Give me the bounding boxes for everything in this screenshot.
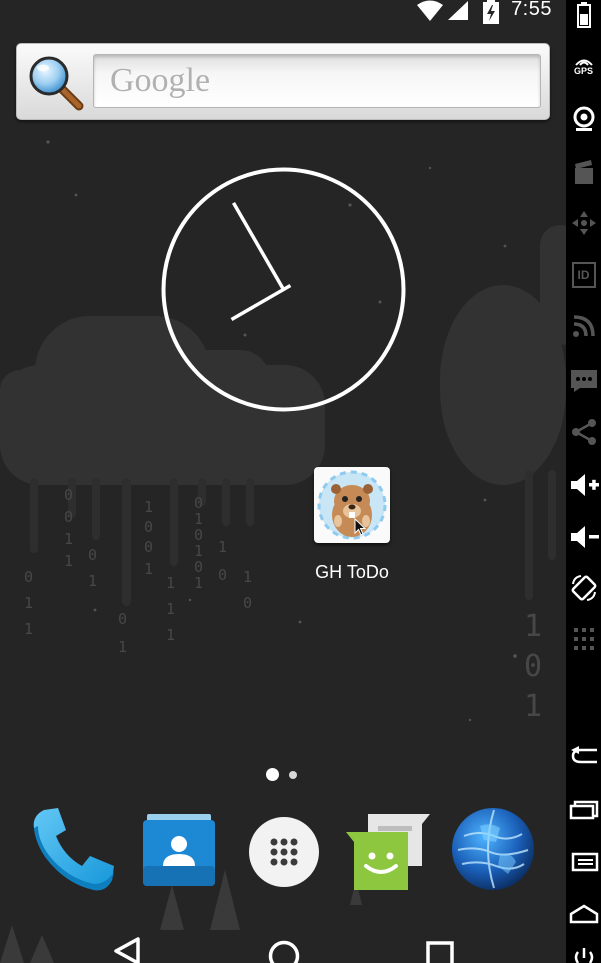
window-tool-button[interactable] (566, 800, 601, 820)
google-search-widget[interactable]: Google (16, 43, 550, 120)
window-icon (569, 800, 598, 820)
media-icon (574, 160, 593, 184)
gps-icon (574, 59, 593, 66)
emulator-side-toolbar: GPS ID (566, 0, 601, 963)
phone-icon (33, 808, 114, 891)
wallpaper-digit: 1 (118, 638, 127, 656)
power-icon (574, 948, 593, 963)
share-icon (571, 419, 596, 445)
app-label[interactable]: GH ToDo (296, 562, 408, 583)
volume-up-tool-button[interactable] (566, 472, 601, 498)
wallpaper-digit: 1 (524, 609, 542, 644)
sms-tool-button[interactable] (566, 368, 601, 392)
wallpaper-digit: 1 (166, 600, 175, 618)
wallpaper-digit: 1 (64, 552, 73, 570)
wallpaper-digit: 0 (88, 546, 97, 564)
id-label: ID (577, 268, 590, 282)
share-tool-button[interactable] (566, 418, 601, 446)
wallpaper-digit: 1 (243, 568, 252, 586)
messaging-icon (346, 814, 430, 890)
battery-charging-icon (483, 0, 499, 24)
contacts-icon (143, 814, 215, 886)
wallpaper-digit: 1 (524, 689, 542, 724)
gps-tool-button[interactable]: GPS (566, 56, 601, 76)
globe-icon (452, 808, 534, 890)
wallpaper-digit: 1 (64, 530, 73, 548)
wallpaper-digit: 0 (218, 566, 227, 584)
menu-icon (571, 852, 598, 872)
wallpaper-digit: 1 (24, 620, 33, 638)
back-icon (570, 746, 597, 764)
wallpaper-digit: 0 (24, 568, 33, 586)
volume-up-icon (570, 474, 599, 496)
rss-tool-button[interactable] (566, 314, 601, 338)
wallpaper-digit: 0 (524, 649, 542, 684)
gps-label: GPS (573, 66, 593, 76)
dock-messaging[interactable] (344, 810, 432, 896)
battery-tool-button[interactable] (566, 2, 601, 28)
wallpaper-digit: 1 (144, 498, 153, 516)
signal-icon (448, 1, 468, 20)
home-icon[interactable] (267, 939, 301, 963)
volume-down-icon (570, 526, 599, 548)
id-icon: ID (571, 262, 596, 288)
home-tool-button[interactable] (566, 904, 601, 924)
status-bar: 7:55 (0, 0, 566, 24)
page-dot (289, 771, 297, 779)
dpad-icon (571, 211, 596, 235)
recents-icon[interactable] (425, 940, 455, 963)
dock-browser[interactable] (450, 806, 536, 896)
back-tool-button[interactable] (566, 746, 601, 766)
sms-icon (570, 370, 597, 392)
dock-all-apps[interactable] (248, 816, 320, 892)
status-time: 7:55 (511, 0, 552, 20)
navigation-bar (0, 923, 566, 963)
wallpaper-digit: 1 (194, 574, 203, 592)
rss-icon (572, 315, 595, 337)
android-home-screen: 0 0 1 1 0 1 1 0 0 1 1 1 1 0 1 0 1 0 1 1 … (0, 0, 566, 963)
id-tool-button[interactable]: ID (566, 262, 601, 288)
analog-clock-widget[interactable] (160, 166, 407, 413)
wallpaper-digit: 0 (243, 594, 252, 612)
wallpaper-digit: 1 (166, 626, 175, 644)
back-icon[interactable] (112, 937, 142, 963)
clock-hour-hand (230, 283, 292, 322)
dock-contacts[interactable] (143, 814, 215, 892)
search-input[interactable]: Google (93, 54, 541, 108)
wallpaper-digit: 1 (88, 572, 97, 590)
wallpaper-digit: 1 (218, 538, 227, 556)
rotate-tool-button[interactable] (566, 574, 601, 602)
keypad-icon (573, 628, 594, 650)
home-icon (569, 904, 598, 924)
menu-tool-button[interactable] (566, 852, 601, 872)
rotate-icon (571, 575, 596, 601)
battery-icon (576, 2, 591, 28)
dpad-tool-button[interactable] (566, 210, 601, 236)
media-tool-button[interactable] (566, 160, 601, 186)
keypad-tool-button[interactable] (566, 626, 601, 652)
wallpaper-digit: 1 (24, 594, 33, 612)
power-tool-button[interactable] (566, 944, 601, 963)
clock-minute-hand (231, 202, 286, 291)
dock-phone[interactable] (28, 806, 120, 898)
camera-icon (573, 106, 594, 131)
camera-tool-button[interactable] (566, 106, 601, 132)
wallpaper-digit: 1 (166, 574, 175, 592)
wallpaper-digit: 0 (64, 508, 73, 526)
page-dot-active (266, 768, 279, 781)
wallpaper-digit: 0 (144, 518, 153, 536)
gh-todo-app-icon[interactable] (314, 467, 390, 543)
beaver-app-icon (317, 470, 387, 540)
wallpaper-digit: 0 (64, 486, 73, 504)
wallpaper-digit: 1 (144, 560, 153, 578)
search-placeholder: Google (110, 62, 211, 99)
app-drawer-icon (249, 817, 319, 887)
wallpaper-digit: 0 (144, 538, 153, 556)
volume-down-tool-button[interactable] (566, 524, 601, 550)
wallpaper-digit: 0 (118, 610, 127, 628)
magnifier-icon[interactable] (27, 54, 85, 112)
wifi-icon (417, 0, 443, 21)
